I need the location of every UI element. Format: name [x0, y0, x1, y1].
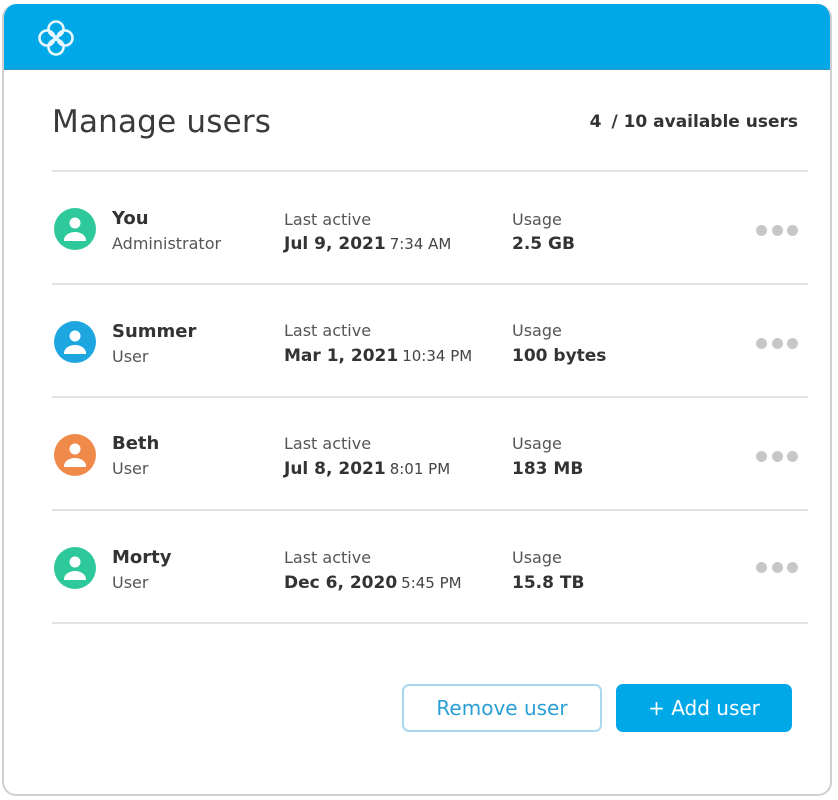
more-options-icon[interactable] — [756, 337, 798, 351]
manage-users-window: Manage users 4 / 10 available users You … — [2, 4, 832, 796]
last-active-label: Last active — [284, 210, 372, 229]
last-active-time: 7:34 AM — [389, 235, 452, 253]
more-options-icon[interactable] — [756, 224, 798, 238]
user-avatar-icon — [54, 434, 96, 476]
used-count: 4 — [589, 112, 602, 132]
user-row: Beth User Last active Jul 8, 2021 8:01 PM… — [52, 398, 808, 510]
page-title: Manage users — [52, 104, 272, 140]
four-circles-logo-icon — [38, 20, 74, 56]
user-name: Morty — [112, 547, 172, 568]
user-row: You Administrator Last active Jul 9, 202… — [52, 172, 808, 284]
user-name: Summer — [112, 321, 197, 342]
user-row: Summer User Last active Mar 1, 2021 10:34… — [52, 285, 808, 397]
last-active-time: 10:34 PM — [402, 347, 473, 365]
user-role: User — [112, 347, 149, 366]
last-active-label: Last active — [284, 548, 372, 567]
last-active-date: Jul 8, 2021 — [284, 459, 386, 479]
usage-label: Usage — [512, 321, 562, 340]
user-role: User — [112, 573, 149, 592]
last-active-value: Jul 8, 2021 8:01 PM — [284, 459, 450, 479]
last-active-label: Last active — [284, 321, 372, 340]
user-avatar-icon — [54, 208, 96, 250]
last-active-date: Jul 9, 2021 — [284, 234, 386, 254]
usage-value: 15.8 TB — [512, 573, 585, 593]
last-active-label: Last active — [284, 434, 372, 453]
user-avatar-icon — [54, 321, 96, 363]
available-text: / 10 available users — [611, 112, 798, 132]
last-active-value: Mar 1, 2021 10:34 PM — [284, 346, 472, 366]
last-active-value: Jul 9, 2021 7:34 AM — [284, 234, 451, 254]
divider — [52, 622, 808, 624]
add-user-button[interactable]: + Add user — [616, 684, 792, 732]
usage-value: 100 bytes — [512, 346, 607, 366]
usage-label: Usage — [512, 210, 562, 229]
user-row: Morty User Last active Dec 6, 2020 5:45 P… — [52, 511, 808, 623]
last-active-date: Dec 6, 2020 — [284, 573, 398, 593]
user-role: Administrator — [112, 234, 222, 253]
more-options-icon[interactable] — [756, 450, 798, 464]
usage-label: Usage — [512, 548, 562, 567]
top-bar — [4, 4, 830, 70]
user-avatar-icon — [54, 547, 96, 589]
usage-label: Usage — [512, 434, 562, 453]
last-active-time: 5:45 PM — [401, 574, 462, 592]
last-active-date: Mar 1, 2021 — [284, 346, 399, 366]
usage-value: 2.5 GB — [512, 234, 575, 254]
user-name: You — [112, 208, 149, 229]
user-name: Beth — [112, 433, 160, 454]
user-role: User — [112, 459, 149, 478]
last-active-value: Dec 6, 2020 5:45 PM — [284, 573, 462, 593]
more-options-icon[interactable] — [756, 561, 798, 575]
last-active-time: 8:01 PM — [389, 460, 451, 478]
available-users-count: 4 / 10 available users — [590, 112, 798, 132]
usage-value: 183 MB — [512, 459, 584, 479]
remove-user-button[interactable]: Remove user — [402, 684, 602, 732]
